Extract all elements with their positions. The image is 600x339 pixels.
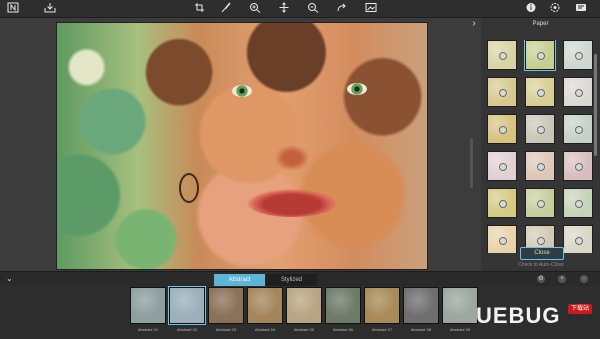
paper-swatch[interactable]	[487, 40, 517, 70]
paper-dot-icon	[575, 237, 583, 245]
paper-dot-icon	[575, 126, 583, 134]
artwork-left-eye	[232, 85, 252, 97]
preset-label: Abstract 07	[371, 327, 393, 332]
canvas-area[interactable]	[0, 18, 481, 271]
paper-dot-icon	[499, 163, 507, 171]
paper-dot-icon	[499, 52, 507, 60]
artwork-lips	[247, 189, 337, 217]
paper-swatch[interactable]	[563, 188, 593, 218]
paper-swatch[interactable]	[487, 188, 517, 218]
paper-dot-icon	[537, 89, 545, 97]
paper-dot-icon	[575, 200, 583, 208]
crop-icon[interactable]	[193, 2, 207, 15]
square-n-icon[interactable]	[6, 2, 20, 15]
paper-dot-icon	[537, 237, 545, 245]
paper-panel: Paper Close Check to Auto-Close	[481, 18, 600, 271]
preset-label: Abstract 05	[293, 327, 315, 332]
paper-swatch[interactable]	[487, 151, 517, 181]
redo-icon[interactable]	[335, 2, 349, 15]
paper-swatch[interactable]	[487, 77, 517, 107]
paper-dot-icon	[499, 200, 507, 208]
preset-thumbnail[interactable]	[208, 287, 244, 324]
paper-swatch[interactable]	[563, 225, 593, 253]
move-icon[interactable]	[277, 2, 291, 15]
info-icon[interactable]	[524, 2, 538, 15]
settings-icon[interactable]	[548, 2, 562, 15]
share-icon[interactable]	[574, 2, 588, 15]
artwork-right-eye	[347, 83, 367, 95]
artwork-earring	[179, 173, 199, 203]
watermark-badge: 下载站	[568, 304, 592, 314]
paper-dot-icon	[575, 89, 583, 97]
chevron-right-icon[interactable]: ›	[468, 18, 480, 30]
tab-stylized[interactable]: Stylized	[266, 274, 317, 286]
gear-icon[interactable]: ⚙	[537, 275, 545, 283]
artwork-nose	[272, 143, 312, 173]
paper-swatch[interactable]	[487, 225, 517, 253]
paper-dot-icon	[499, 237, 507, 245]
preset-thumbnail[interactable]	[130, 287, 166, 324]
autoclose-label[interactable]: Check to Auto-Close	[491, 262, 591, 268]
remove-icon[interactable]: −	[580, 275, 588, 283]
paper-swatch[interactable]	[487, 114, 517, 144]
artwork-canvas[interactable]	[56, 22, 428, 270]
watermark-text: UEBUG	[476, 303, 561, 328]
paper-swatch[interactable]	[525, 188, 555, 218]
paper-swatch[interactable]	[563, 40, 593, 70]
paper-dot-icon	[537, 126, 545, 134]
preset-label: Abstract 01	[137, 327, 159, 332]
watermark: UEBUG 下载站	[454, 298, 600, 339]
paper-swatch[interactable]	[524, 40, 556, 71]
paper-dot-icon	[537, 200, 545, 208]
paper-dot-icon	[499, 126, 507, 134]
preset-thumbnail[interactable]	[325, 287, 361, 324]
preset-label: Abstract 06	[332, 327, 354, 332]
top-toolbar	[0, 0, 600, 18]
paper-swatch[interactable]	[563, 77, 593, 107]
paper-dot-icon	[499, 89, 507, 97]
paper-swatch[interactable]	[563, 151, 593, 181]
paper-swatch[interactable]	[525, 114, 555, 144]
panel-title: Paper	[532, 21, 549, 27]
paper-dot-icon	[537, 163, 545, 171]
preset-thumbnail[interactable]	[286, 287, 322, 324]
paper-dot-icon	[575, 163, 583, 171]
save-tray-icon[interactable]	[43, 2, 57, 15]
preset-label: Abstract 02	[176, 327, 198, 332]
canvas-scrollbar[interactable]	[470, 138, 473, 188]
preset-thumbnail[interactable]	[168, 286, 206, 325]
paper-swatch[interactable]	[525, 77, 555, 107]
panel-scrollbar[interactable]	[594, 54, 597, 156]
add-icon[interactable]: +	[558, 275, 566, 283]
paper-dot-icon	[537, 52, 545, 60]
compare-icon[interactable]	[364, 2, 378, 15]
chevron-down-icon[interactable]: ⌄	[6, 274, 13, 283]
bottom-tab-bar: ⌄ Abstract Stylized ⚙ + −	[0, 271, 600, 286]
preset-label: Abstract 03	[215, 327, 237, 332]
paper-dot-icon	[575, 52, 583, 60]
paper-swatch[interactable]	[563, 114, 593, 144]
paper-swatch[interactable]	[525, 151, 555, 181]
close-button[interactable]: Close	[520, 247, 564, 260]
zoom-out-icon[interactable]	[306, 2, 320, 15]
preset-thumbnail[interactable]	[364, 287, 400, 324]
zoom-in-icon[interactable]	[248, 2, 262, 15]
preset-thumbnail[interactable]	[247, 287, 283, 324]
tab-abstract[interactable]: Abstract	[214, 274, 265, 286]
preset-thumbnail[interactable]	[403, 287, 439, 324]
preset-label: Abstract 04	[254, 327, 276, 332]
preset-label: Abstract 08	[410, 327, 432, 332]
brush-icon[interactable]	[219, 2, 233, 15]
paper-grid	[487, 40, 599, 253]
